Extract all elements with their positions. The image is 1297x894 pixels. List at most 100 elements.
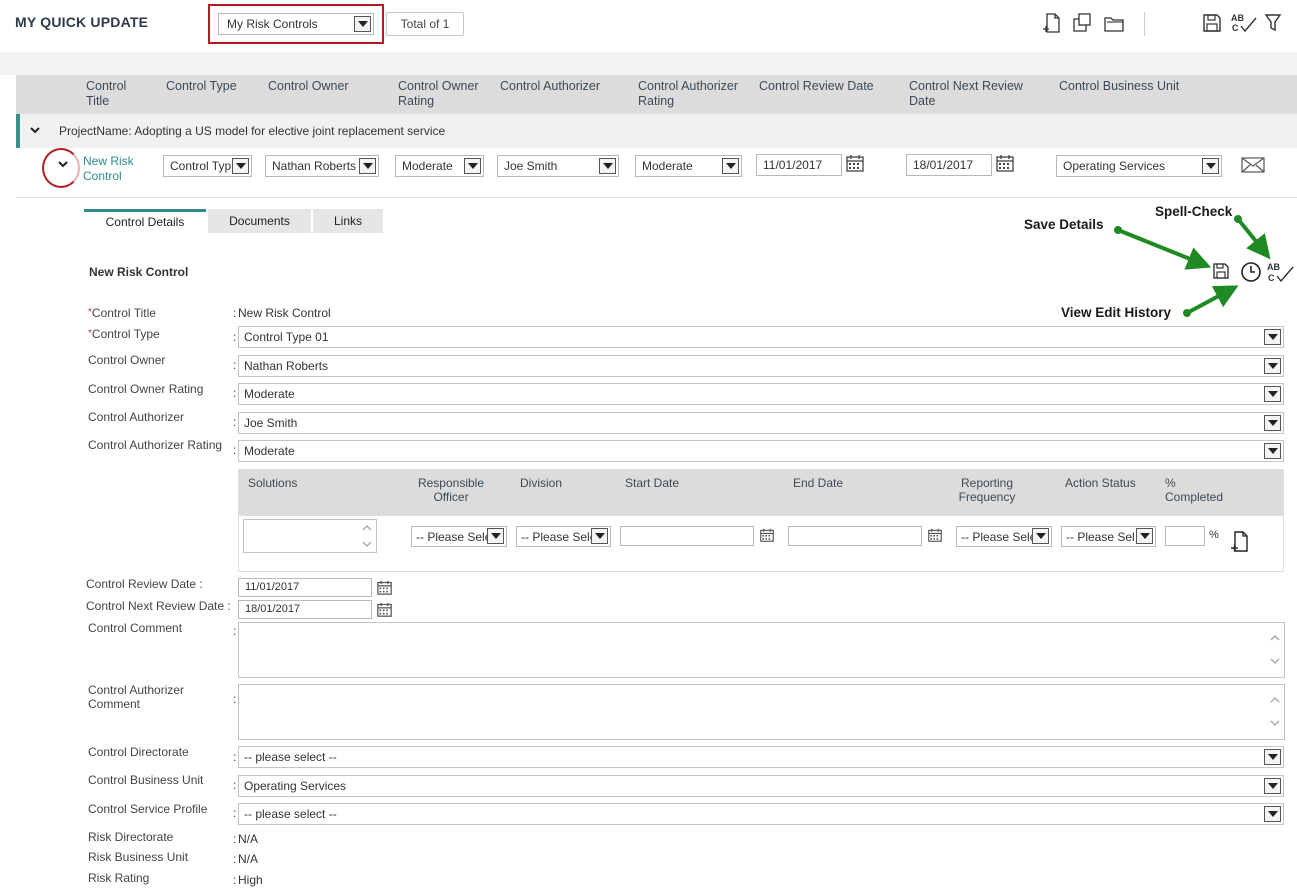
percent-completed-input[interactable] [1165, 526, 1205, 546]
authorizer-select[interactable]: Joe Smith [238, 412, 1284, 434]
control-type-select-value: Control Type 01 [244, 330, 329, 344]
save-icon[interactable] [1212, 262, 1230, 280]
calendar-icon[interactable] [377, 602, 392, 617]
column-header[interactable]: Control Review Date [759, 79, 899, 94]
column-header[interactable]: Control Owner Rating [398, 79, 494, 109]
calendar-icon[interactable] [760, 528, 774, 542]
calendar-icon[interactable] [928, 528, 942, 542]
service-profile-select[interactable]: -- please select -- [238, 803, 1284, 825]
scroll-down-icon[interactable] [361, 539, 373, 549]
business-unit-select[interactable]: Operating Services [238, 775, 1284, 797]
calendar-icon[interactable] [377, 580, 392, 595]
calendar-icon[interactable] [846, 154, 864, 172]
chevron-down-icon[interactable] [599, 158, 616, 174]
mail-icon[interactable] [1241, 157, 1265, 173]
responsible-officer-select[interactable]: -- Please Sele [411, 526, 507, 547]
chevron-down-icon[interactable] [487, 528, 504, 544]
row-title-link[interactable]: New Risk Control [83, 154, 143, 184]
row-owner-value: Nathan Roberts [272, 159, 357, 173]
folder-icon[interactable] [1103, 12, 1125, 34]
svg-text:AB: AB [1267, 262, 1280, 272]
solutions-textarea[interactable] [243, 519, 377, 553]
owner-rating-select[interactable]: Moderate [238, 383, 1284, 405]
next-review-date-input[interactable]: 18/01/2017 [238, 600, 372, 619]
chevron-down-icon[interactable] [1264, 386, 1281, 402]
row-authorizer-select[interactable]: Joe Smith [497, 155, 619, 177]
save-icon[interactable] [1201, 12, 1223, 34]
column-header[interactable]: Control Next Review Date [909, 79, 1039, 109]
row-business-unit-select[interactable]: Operating Services [1056, 155, 1222, 177]
authorizer-rating-select-value: Moderate [244, 444, 295, 458]
row-owner-select[interactable]: Nathan Roberts [265, 155, 379, 177]
column-header[interactable]: Control Type [166, 79, 256, 94]
chevron-down-icon[interactable] [1136, 528, 1153, 544]
chevron-down-icon[interactable] [591, 528, 608, 544]
end-date-input[interactable] [788, 526, 922, 546]
row-next-review-date-input[interactable]: 18/01/2017 [906, 154, 992, 176]
add-solution-icon[interactable] [1229, 530, 1251, 554]
directorate-select[interactable]: -- please select -- [238, 746, 1284, 768]
business-unit-select-value: Operating Services [244, 779, 347, 793]
clock-icon[interactable] [1240, 261, 1262, 283]
new-document-icon[interactable] [1041, 12, 1063, 34]
chevron-down-icon[interactable] [354, 16, 371, 32]
chevron-down-icon[interactable] [1264, 358, 1281, 374]
spell-check-icon[interactable]: AB C [1230, 12, 1258, 34]
row-authorizer-rating-select[interactable]: Moderate [635, 155, 742, 177]
row-owner-rating-select[interactable]: Moderate [395, 155, 484, 177]
scroll-up-icon[interactable] [361, 523, 373, 533]
column-header[interactable]: Control Authorizer Rating [638, 79, 750, 109]
scroll-down-icon[interactable] [1269, 718, 1281, 728]
chevron-down-icon[interactable] [359, 158, 376, 174]
chevron-down-icon[interactable] [1202, 158, 1219, 174]
column-header[interactable]: Control Business Unit [1059, 79, 1219, 94]
chevron-down-icon[interactable] [1264, 806, 1281, 822]
authorizer-rating-select[interactable]: Moderate [238, 440, 1284, 462]
tab-control-details[interactable]: Control Details [84, 209, 206, 233]
scroll-up-icon[interactable] [1269, 695, 1281, 705]
tab-documents[interactable]: Documents [208, 209, 311, 233]
chevron-down-icon[interactable] [1264, 329, 1281, 345]
filter-icon[interactable] [1263, 12, 1285, 34]
scroll-down-icon[interactable] [1269, 656, 1281, 666]
control-type-select[interactable]: Control Type 01 [238, 326, 1284, 348]
view-select[interactable]: My Risk Controls [218, 13, 374, 35]
auth-comment-label: Control Authorizer Comment [88, 683, 185, 711]
division-select[interactable]: -- Please Sele [516, 526, 611, 547]
control-comment-textarea[interactable] [238, 622, 1285, 678]
chevron-down-icon[interactable] [722, 158, 739, 174]
chevron-down-icon[interactable] [30, 125, 40, 135]
spell-check-icon[interactable]: AB C [1266, 261, 1296, 283]
risk-rating-value: High [238, 873, 263, 887]
action-status-select[interactable]: -- Please Sel [1061, 526, 1156, 547]
column-header[interactable]: Control Authorizer [500, 79, 630, 94]
top-bar: MY QUICK UPDATE My Risk Controls Total o… [0, 0, 1297, 52]
column-header[interactable]: Control Owner [268, 79, 378, 94]
chevron-down-icon[interactable] [1264, 415, 1281, 431]
chevron-down-icon[interactable] [464, 158, 481, 174]
column-header: Start Date [625, 476, 680, 490]
toolbar-divider [1144, 12, 1145, 36]
scroll-up-icon[interactable] [1269, 633, 1281, 643]
solutions-table-header: Solutions Responsible Officer Division S… [239, 470, 1283, 516]
chevron-down-icon[interactable] [232, 158, 249, 174]
review-date-input[interactable]: 11/01/2017 [238, 578, 372, 597]
tab-links[interactable]: Links [313, 209, 383, 233]
column-header[interactable]: Control Title [86, 79, 146, 109]
copy-icon[interactable] [1071, 12, 1093, 34]
authorizer-comment-textarea[interactable] [238, 684, 1285, 740]
chevron-down-icon[interactable] [1264, 749, 1281, 765]
chevron-down-icon[interactable] [1264, 443, 1281, 459]
risk-business-unit-value: N/A [238, 852, 259, 866]
start-date-input[interactable] [620, 526, 754, 546]
control-owner-select[interactable]: Nathan Roberts [238, 355, 1284, 377]
chevron-down-icon[interactable] [1264, 778, 1281, 794]
control-type-label-text: Control Type [91, 327, 160, 341]
chevron-down-icon[interactable] [1032, 528, 1049, 544]
chevron-down-icon[interactable] [58, 159, 68, 169]
row-review-date-input[interactable]: 11/01/2017 [756, 154, 842, 176]
authorizer-select-value: Joe Smith [244, 416, 298, 430]
calendar-icon[interactable] [996, 154, 1014, 172]
reporting-frequency-select[interactable]: -- Please Sele [956, 526, 1052, 547]
row-type-select[interactable]: Control Typ [163, 155, 252, 177]
